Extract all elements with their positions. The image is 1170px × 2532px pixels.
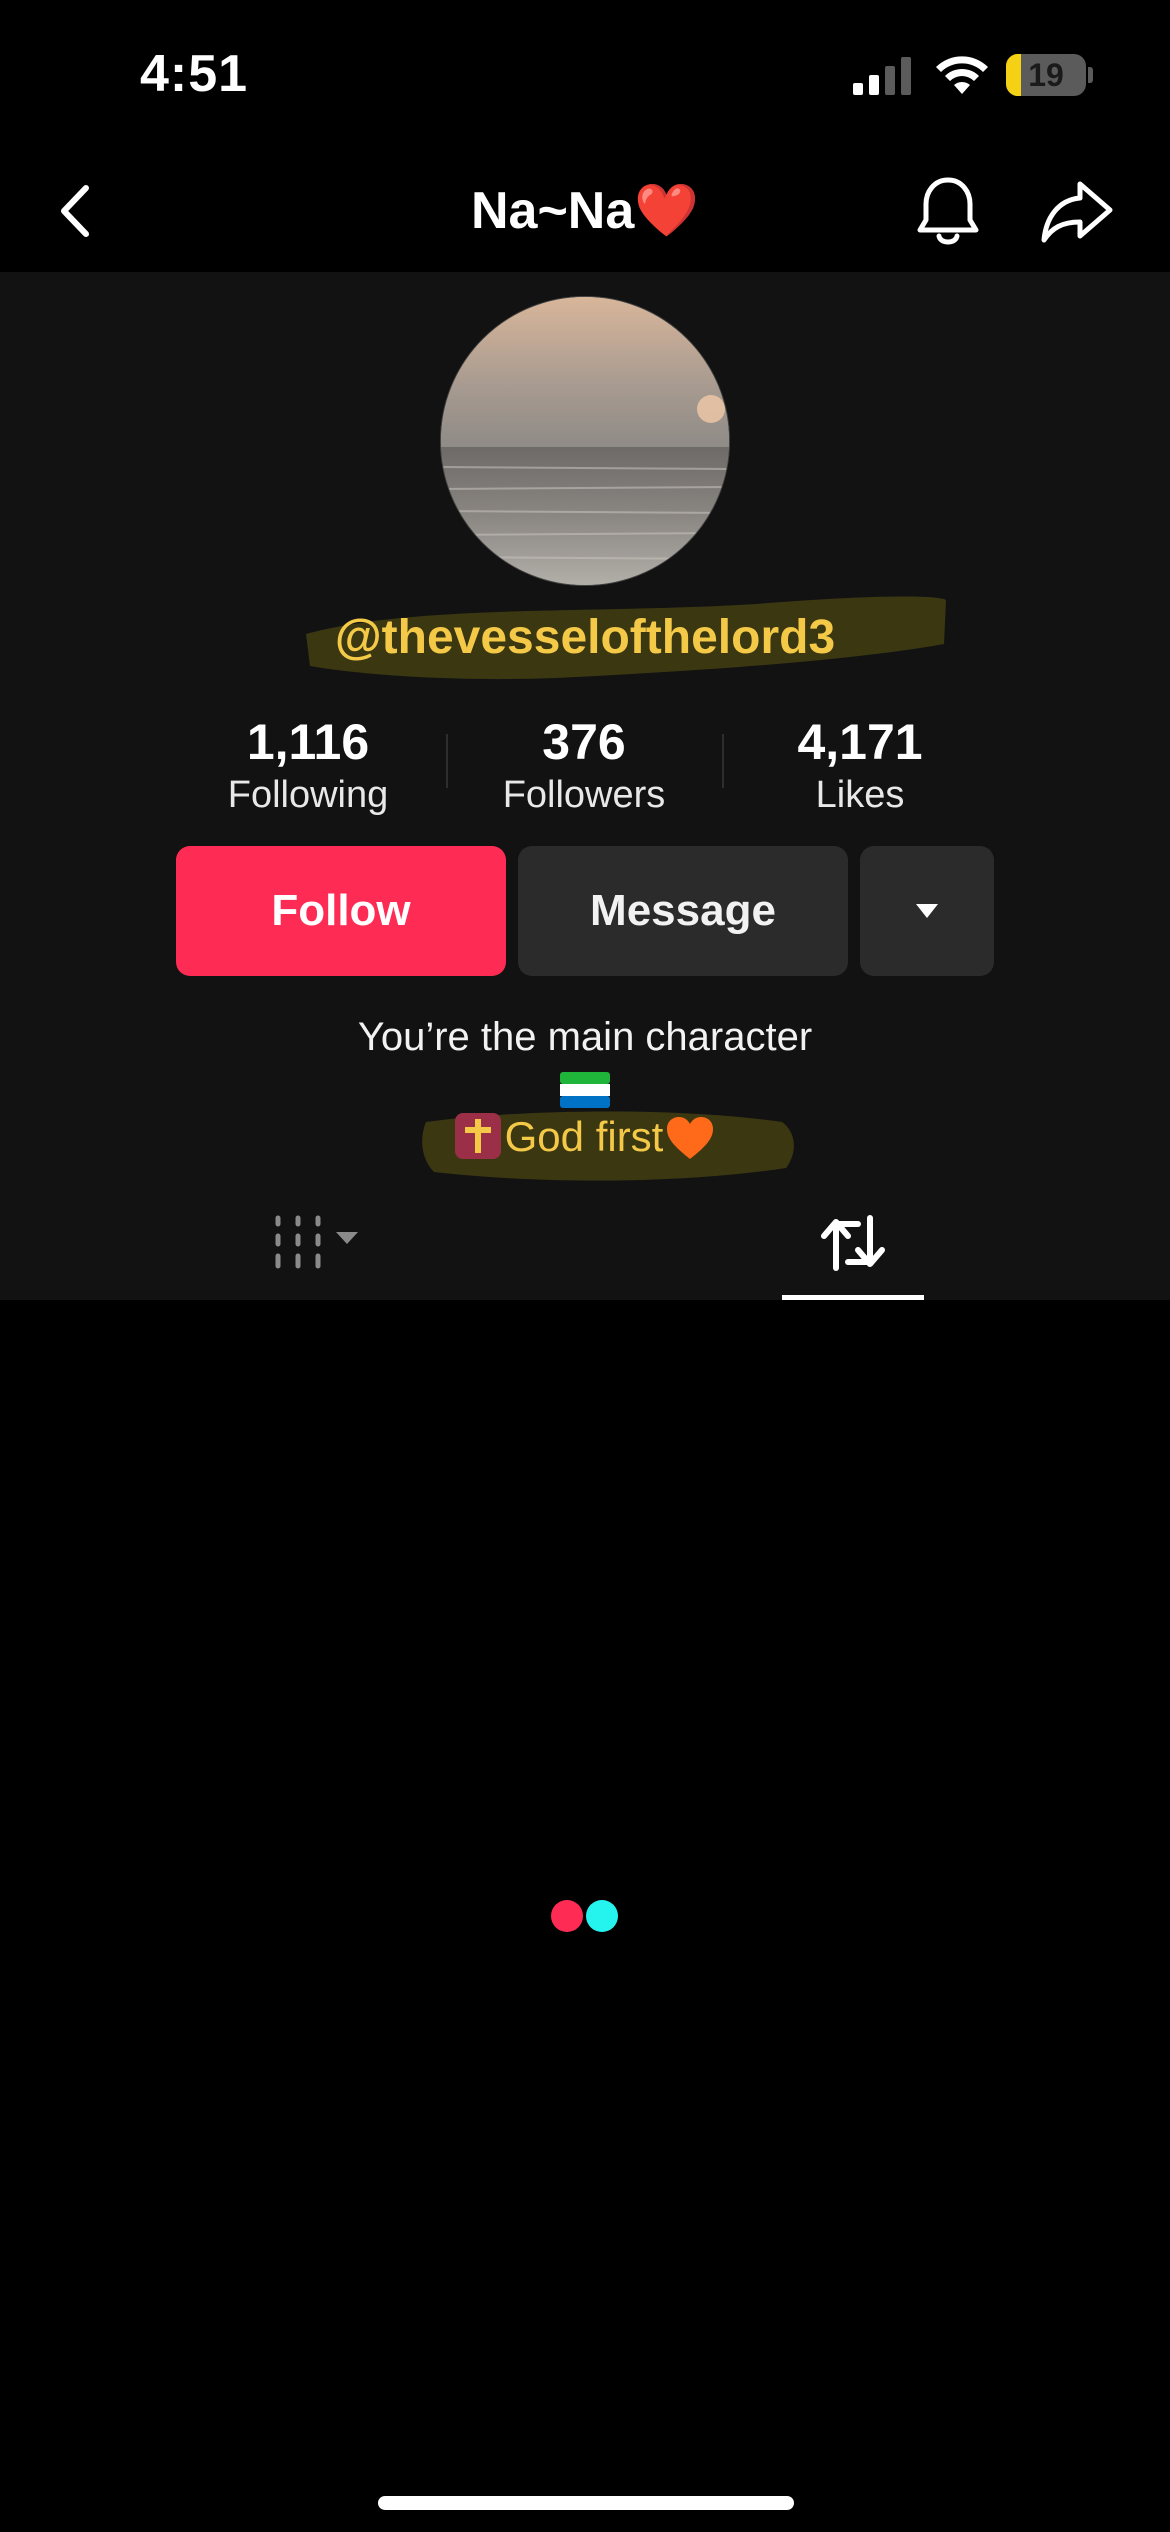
profile-tabs	[0, 1190, 1170, 1300]
home-indicator[interactable]	[378, 2496, 794, 2510]
repost-icon	[821, 1215, 885, 1271]
profile-page: 4:51 19 Na~Na❤️ @thevesselofthelord3 1,1…	[0, 0, 1170, 2532]
stat-following[interactable]: 1,116 Following	[170, 712, 446, 818]
back-chevron-icon[interactable]	[44, 178, 110, 244]
stat-value: 4,171	[797, 714, 923, 770]
profile-header: @thevesselofthelord3 1,116 Following 376…	[0, 272, 1170, 1300]
caret-down-icon	[916, 904, 938, 918]
stat-label: Following	[227, 774, 389, 816]
loading-spinner	[551, 1900, 618, 1932]
tab-reposts[interactable]	[782, 1190, 924, 1300]
stat-label: Likes	[815, 774, 905, 816]
latin-cross-icon	[454, 1113, 501, 1159]
battery-cap	[1088, 67, 1093, 83]
avatar[interactable]	[440, 296, 730, 586]
wifi-icon	[936, 56, 988, 94]
profile-stats: 1,116 Following 376 Followers 4,171 Like…	[0, 712, 1170, 816]
page-title: Na~Na❤️	[470, 182, 700, 240]
orange-heart-icon	[667, 1117, 714, 1159]
content-area	[0, 1300, 1170, 2532]
suggested-accounts-button[interactable]	[860, 846, 994, 976]
battery-icon: 19	[1006, 54, 1086, 96]
bio-god-first-text: God first	[504, 1113, 664, 1160]
share-icon[interactable]	[1040, 178, 1114, 246]
message-button[interactable]: Message	[518, 846, 848, 976]
cellular-signal-icon	[853, 57, 911, 95]
nav-bar: Na~Na❤️	[0, 150, 1170, 272]
bio-line: You’re the main character	[357, 1015, 813, 1059]
bio-god-first: God first	[0, 1110, 1170, 1164]
bell-icon[interactable]	[912, 174, 984, 248]
avatar-sea-image	[441, 297, 729, 585]
stat-followers[interactable]: 376 Followers	[446, 712, 722, 818]
videos-grid-icon[interactable]	[270, 1210, 370, 1280]
stat-label: Followers	[502, 774, 666, 816]
stat-likes[interactable]: 4,171 Likes	[722, 712, 998, 818]
status-bar: 4:51 19	[0, 0, 1170, 150]
stat-value: 376	[542, 714, 626, 770]
status-time: 4:51	[140, 45, 249, 103]
username: @thevesselofthelord3	[334, 611, 836, 664]
battery-level: 19	[1028, 57, 1064, 93]
stat-value: 1,116	[246, 714, 370, 770]
follow-button[interactable]: Follow	[176, 846, 506, 976]
